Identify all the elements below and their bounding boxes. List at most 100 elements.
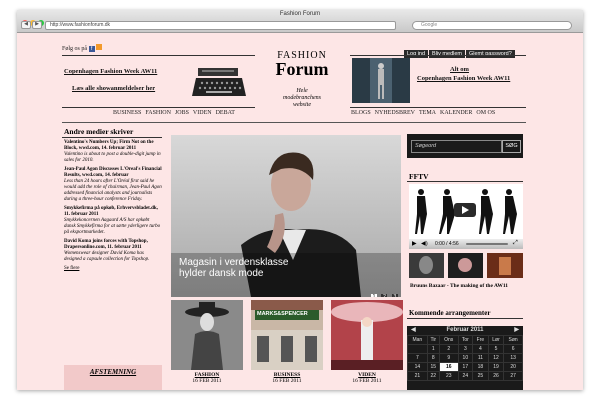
calendar-day-today[interactable]: 16 — [438, 362, 459, 372]
calendar-day[interactable]: 13 — [503, 353, 523, 363]
fftv-divider — [407, 181, 523, 182]
browser-search-input[interactable]: Google — [412, 21, 572, 30]
play-icon[interactable] — [454, 203, 476, 217]
calendar-day[interactable]: 20 — [503, 362, 523, 372]
thumb-viden-caption[interactable]: VIDEN 16 FEB 2011 — [333, 372, 401, 384]
volume-icon[interactable]: ◀) — [421, 240, 428, 247]
fftv-video-player[interactable] — [409, 184, 523, 239]
calendar-day[interactable]: 15 — [426, 362, 440, 372]
next-month-icon[interactable]: ▶ — [514, 326, 519, 335]
nav-debat[interactable]: DEBAT — [216, 110, 235, 116]
slide-page-1[interactable]: 1 — [371, 294, 377, 297]
thumb-business-image[interactable]: MARKS&SPENCER — [251, 300, 323, 370]
calendar-day[interactable]: 4 — [472, 344, 489, 354]
weekday-label: Søn — [503, 335, 523, 345]
play-button-icon[interactable]: ▶ — [412, 240, 417, 247]
calendar-header: ◀ Februar 2011 ▶ — [407, 326, 523, 335]
cfw-reviews-link[interactable]: Læs alle showanmeldelser her — [72, 85, 155, 92]
slide-page-2[interactable]: 2 — [381, 294, 388, 297]
calendar-day[interactable]: 9 — [438, 353, 459, 363]
cfw-ad-image[interactable] — [352, 58, 410, 103]
site-search-button[interactable]: SØG — [502, 140, 521, 153]
video-thumb-2[interactable] — [448, 253, 483, 278]
calendar-day[interactable]: 24 — [457, 371, 474, 381]
video-caption[interactable]: Bruuns Bazaar - The making of the AW11 — [410, 283, 508, 289]
nav-left: BUSINESS FASHION JOBS VIDEN DEBAT — [113, 110, 239, 116]
nav-about[interactable]: OM OS — [476, 110, 495, 116]
nav-business[interactable]: BUSINESS — [113, 110, 141, 116]
ad-cfw-link[interactable]: Copenhagen Fashion Week AW11 — [417, 75, 510, 82]
video-thumb-3[interactable] — [487, 253, 523, 278]
fftv-heading: FFTV — [409, 172, 429, 181]
see-more-link[interactable]: Se flere — [64, 266, 79, 271]
nav-newsletter[interactable]: NYHEDSBREV — [375, 110, 415, 116]
thumb-viden-image[interactable] — [331, 300, 403, 370]
feature-slideshow[interactable]: Magasin i verdensklasse hylder dansk mod… — [171, 135, 401, 297]
other-media-heading: Andre medier skriver — [64, 127, 134, 136]
left-heading-divider — [62, 137, 162, 138]
back-icon[interactable]: ◀ — [21, 21, 31, 29]
cfw-title-link[interactable]: Copenhagen Fashion Week AW11 — [64, 68, 157, 75]
calendar-day[interactable]: 1 — [426, 344, 440, 354]
calendar-day[interactable]: 3 — [457, 344, 474, 354]
news-excerpt-1: Valentino is about to post a double-digi… — [64, 152, 161, 163]
calendar-day[interactable]: 6 — [503, 344, 523, 354]
video-thumb-1[interactable] — [409, 253, 444, 278]
fullscreen-icon[interactable]: ⤢ — [513, 240, 518, 247]
thumb-fashion-caption[interactable]: FASHION 16 FEB 2011 — [173, 372, 241, 384]
calendar-day[interactable]: 19 — [487, 362, 505, 372]
calendar-day[interactable]: 18 — [472, 362, 489, 372]
news-title-4[interactable]: David Koma joins forces with Topshop, Dr… — [64, 239, 148, 250]
weekday-label: Fre — [472, 335, 489, 345]
weekday-label: Ons — [438, 335, 459, 345]
thumb-business-caption[interactable]: BUSINESS 16 FEB 2011 — [253, 372, 321, 384]
calendar-day[interactable] — [407, 344, 428, 354]
calendar-day[interactable]: 23 — [438, 371, 459, 381]
calendar-day[interactable]: 17 — [457, 362, 474, 372]
calendar-day[interactable]: 26 — [487, 371, 505, 381]
news-list: Valentino's Numbers Up; Firm Not on the … — [64, 140, 162, 275]
rss-icon[interactable] — [96, 44, 103, 50]
site-logo[interactable]: FASHION Forum — [262, 50, 342, 78]
feature-headline[interactable]: Magasin i verdensklasse hylder dansk mod… — [179, 257, 289, 279]
thumb-fashion-image[interactable] — [171, 300, 243, 370]
facebook-icon[interactable]: f — [88, 46, 95, 52]
nav-jobs[interactable]: JOBS — [175, 110, 189, 116]
video-time: 0:00 / 4:56 — [435, 241, 459, 247]
become-member-button[interactable]: Bliv medlem — [429, 50, 465, 58]
calendar-day[interactable]: 10 — [457, 353, 474, 363]
header-bottom-divider — [62, 122, 526, 123]
calendar-day[interactable]: 2 — [438, 344, 459, 354]
news-title-2[interactable]: Jean-Paul Agon Discusses L'Oreal's Finan… — [64, 167, 162, 178]
calendar-day[interactable]: 5 — [487, 344, 505, 354]
forgot-password-button[interactable]: Glemt password? — [466, 50, 515, 58]
calendar-month: Februar 2011 — [446, 327, 484, 333]
nav-blogs[interactable]: BLOGS — [351, 110, 371, 116]
calendar-day[interactable]: 14 — [407, 362, 428, 372]
login-button[interactable]: Log ind — [404, 50, 429, 58]
calendar-day[interactable]: 8 — [426, 353, 440, 363]
site-search-input[interactable]: Søgeord — [411, 140, 502, 153]
calendar-day[interactable]: 27 — [503, 371, 523, 381]
news-title-3[interactable]: Smykkefirma på opkøb, Erhvervsbladet.dk,… — [64, 206, 158, 217]
nav-tema[interactable]: TEMA — [419, 110, 436, 116]
calendar-day[interactable]: 25 — [472, 371, 489, 381]
calendar-day[interactable]: 11 — [472, 353, 489, 363]
nav-viden[interactable]: VIDEN — [193, 110, 212, 116]
calendar-day[interactable]: 22 — [426, 371, 440, 381]
forward-icon[interactable]: ▶ — [32, 21, 42, 29]
ad-all-about[interactable]: Alt om — [450, 66, 469, 73]
news-title-1[interactable]: Valentino's Numbers Up; Firm Not on the … — [64, 140, 154, 151]
nav-calendar[interactable]: KALENDER — [440, 110, 472, 116]
calendar-day[interactable]: 12 — [487, 353, 505, 363]
weekday-label: Man — [407, 335, 428, 345]
prev-month-icon[interactable]: ◀ — [411, 326, 416, 335]
calendar-day[interactable]: 7 — [407, 353, 428, 363]
slide-page-3[interactable]: 3 — [391, 294, 398, 297]
nav-fashion[interactable]: FASHION — [145, 110, 171, 116]
calendar-day[interactable]: 21 — [407, 371, 428, 381]
address-bar[interactable]: http://www.fashionforum.dk — [45, 21, 396, 30]
video-progress-bar[interactable] — [466, 243, 508, 245]
weekday-label: Tir — [426, 335, 440, 345]
account-links: Log ind Bliv medlem Glemt password? — [403, 42, 515, 60]
